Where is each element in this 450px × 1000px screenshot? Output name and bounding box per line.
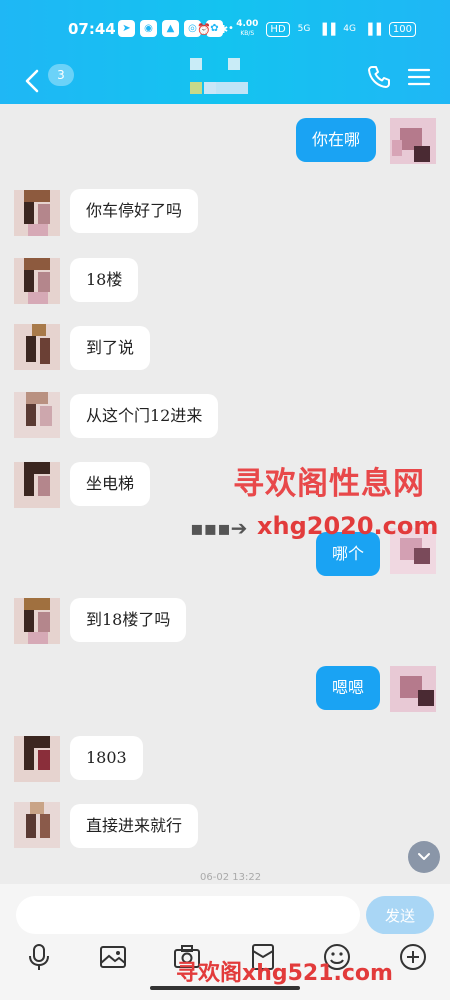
telegram-icon: ➤ (118, 20, 135, 37)
back-icon[interactable] (18, 66, 48, 96)
hd-badge: HD (266, 21, 290, 37)
arrow-icon: ▪▪▪➔ (190, 516, 248, 540)
unread-badge[interactable]: 3 (48, 64, 74, 86)
message-bubble-in[interactable]: 到了说 (70, 326, 151, 370)
chat-header: 07:44 ➤ ◉ ▲ ◎ ✿ • ⏰ ✱ 4.00 KB/S HD 5G ▐▐… (0, 0, 450, 104)
signal-4g: 4G (343, 24, 356, 34)
contact-avatar[interactable] (14, 462, 60, 508)
message-bubble-in[interactable]: 坐电梯 (70, 462, 151, 506)
message-bubble-in[interactable]: 从这个门12进来 (70, 394, 219, 438)
message-bubble-in[interactable]: 1803 (70, 736, 143, 780)
send-button[interactable]: 发送 (366, 896, 434, 934)
contact-avatar[interactable] (14, 802, 60, 848)
message-bubble-in[interactable]: 到18楼了吗 (70, 598, 187, 642)
scroll-down-button[interactable] (408, 841, 440, 873)
menu-icon[interactable] (406, 64, 432, 90)
contact-avatar[interactable] (14, 598, 60, 644)
chevron-down-icon (418, 853, 430, 860)
network-speed-unit: KB/S (240, 30, 255, 37)
network-speed: 4.00 (236, 19, 259, 29)
status-time: 07:44 (68, 20, 116, 38)
signal-bars-icon: ▐▐ (363, 22, 381, 36)
message-input[interactable] (16, 896, 360, 934)
contact-avatar[interactable] (14, 324, 60, 370)
bluetooth-icon: ✱ (218, 22, 229, 36)
my-avatar[interactable] (390, 118, 436, 164)
message-bubble-in[interactable]: 直接进来就行 (70, 804, 199, 848)
contact-avatar[interactable] (14, 392, 60, 438)
contact-avatar[interactable] (14, 258, 60, 304)
status-bar: 07:44 ➤ ◉ ▲ ◎ ✿ • ⏰ ✱ 4.00 KB/S HD 5G ▐▐… (0, 0, 450, 58)
home-indicator[interactable] (150, 986, 300, 990)
alarm-icon: ⏰ (197, 22, 211, 36)
my-avatar[interactable] (390, 666, 436, 712)
message-bubble-out[interactable]: 你在哪 (296, 118, 377, 162)
message-timestamp: 06-02 13:22 (200, 872, 262, 883)
message-bubble-out[interactable]: 嗯嗯 (316, 666, 381, 710)
plus-icon[interactable] (398, 942, 428, 972)
app-icon: ◉ (140, 20, 157, 37)
watermark-url: xhg2020.com (257, 512, 439, 540)
contact-avatar[interactable] (14, 736, 60, 782)
watermark-title: 寻欢阁性息网 (233, 466, 425, 502)
battery-level: 100 (388, 21, 416, 37)
app-icon: ▲ (162, 20, 179, 37)
signal-5g: 5G (297, 24, 311, 34)
mic-icon[interactable] (24, 942, 54, 972)
message-bubble-in[interactable]: 你车停好了吗 (70, 189, 199, 233)
phone-icon[interactable] (366, 64, 392, 90)
status-right: ⏰ ✱ 4.00 KB/S HD 5G ▐▐ 4G ▐▐ 100 (197, 20, 416, 38)
contact-name-blurred (188, 58, 252, 98)
signal-bars-icon: ▐▐ (318, 22, 336, 36)
message-bubble-in[interactable]: 18楼 (70, 258, 139, 302)
nav-bar: 3 (0, 58, 450, 104)
image-icon[interactable] (98, 942, 128, 972)
contact-avatar[interactable] (14, 190, 60, 236)
watermark-bottom: 寻欢阁xhg521.com (176, 961, 393, 986)
